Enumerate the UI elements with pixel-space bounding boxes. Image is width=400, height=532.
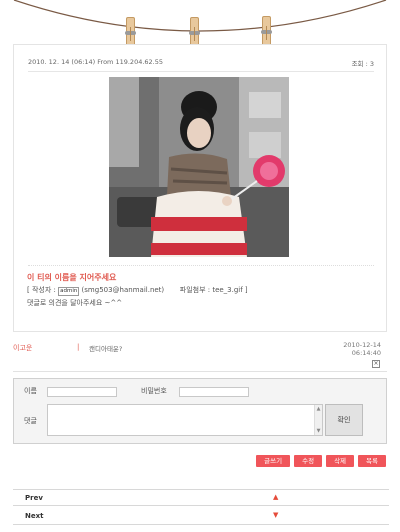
post-photo — [109, 77, 289, 257]
password-input[interactable] — [179, 387, 249, 397]
textarea-scrollbar[interactable]: ▲ ▼ — [314, 405, 322, 435]
author-prefix: [ 작성자 : — [27, 286, 59, 294]
name-label: 이름 — [24, 387, 37, 395]
password-label: 비밀번호 — [141, 387, 167, 395]
delete-button[interactable]: 삭제 — [326, 455, 355, 467]
next-post-row[interactable]: Next ▼ — [13, 508, 389, 525]
list-button[interactable]: 목록 — [358, 455, 386, 467]
up-arrow-icon: ▲ — [273, 493, 279, 501]
prev-label[interactable]: Prev — [25, 494, 43, 502]
post-body: 댓글로 의견을 달아주세요 ~^^ — [27, 299, 123, 307]
write-button[interactable]: 글쓰기 — [256, 455, 291, 467]
name-input[interactable] — [47, 387, 117, 397]
attachment-link[interactable]: 파일첨부 : tee_3.gif ] — [180, 286, 248, 294]
comment-row: 이고운 | 캔디아태윤? 2010-12-14 06:14:40 × — [13, 338, 387, 372]
comment-textarea[interactable]: ▲ ▼ — [47, 404, 323, 436]
author-email: (smg503@hanmail.net) — [79, 286, 165, 294]
post-card: 2010. 12. 14 (06:14) From 119.204.62.55 … — [13, 44, 387, 332]
scroll-up-icon[interactable]: ▲ — [315, 406, 322, 412]
comment-form: 이름 비밀번호 댓글 ▲ ▼ 확인 — [13, 378, 387, 444]
comment-delete-icon[interactable]: × — [372, 360, 380, 368]
comment-time: 06:14:40 — [351, 349, 381, 357]
post-title: 이 티의 이름을 지어주세요 — [27, 273, 117, 282]
post-meta: 2010. 12. 14 (06:14) From 119.204.62.55 … — [28, 58, 374, 72]
comment-timestamp: 2010-12-14 06:14:40 — [343, 341, 381, 357]
action-buttons: 글쓰기 수정 삭제 목록 — [256, 455, 386, 468]
confirm-button[interactable]: 확인 — [325, 404, 363, 436]
comment-text: 캔디아태윤? — [89, 345, 123, 353]
admin-badge: admin — [58, 287, 80, 296]
post-date-info: 2010. 12. 14 (06:14) From 119.204.62.55 — [28, 58, 164, 66]
view-count: 조회 : 3 — [351, 60, 374, 68]
scroll-down-icon[interactable]: ▼ — [315, 428, 322, 434]
down-arrow-icon: ▼ — [273, 511, 279, 519]
prev-post-row[interactable]: Prev ▲ — [13, 489, 389, 506]
edit-button[interactable]: 수정 — [294, 455, 323, 467]
post-author-info: [ 작성자 : admin (smg503@hanmail.net) 파일첨부 … — [27, 285, 248, 296]
next-label[interactable]: Next — [25, 512, 43, 520]
comment-date: 2010-12-14 — [343, 341, 381, 349]
comment-separator: | — [77, 343, 80, 351]
comment-author: 이고운 — [13, 344, 33, 352]
post-divider — [28, 265, 374, 266]
comment-label: 댓글 — [24, 417, 37, 425]
